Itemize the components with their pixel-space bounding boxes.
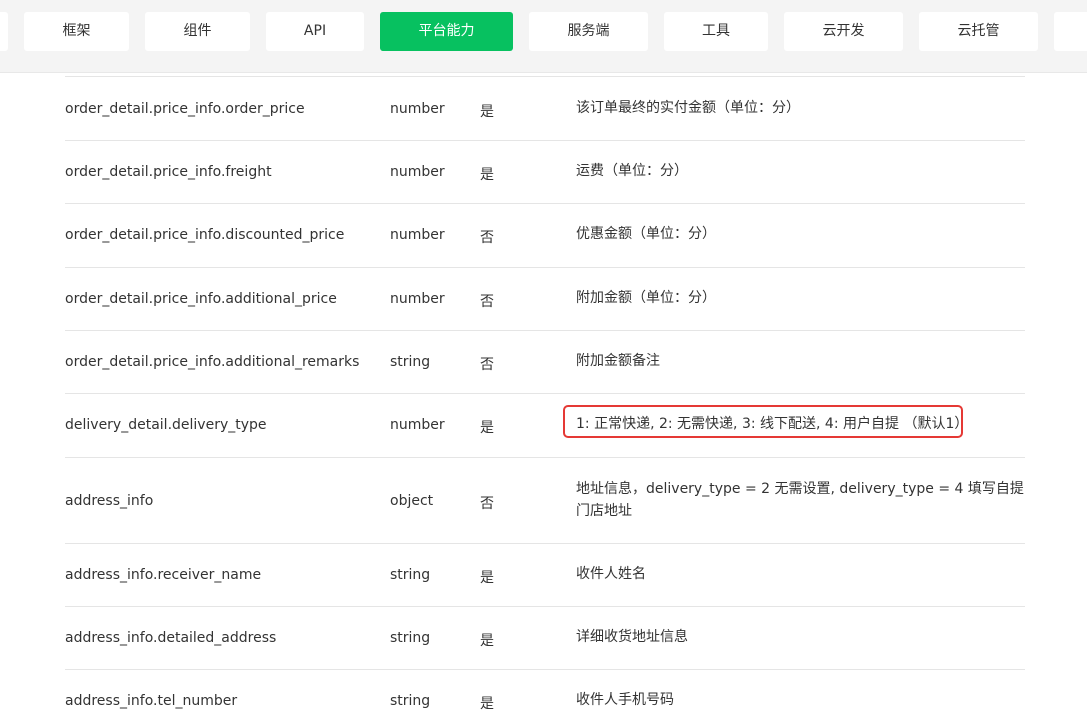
param-description: 运费（单位：分）: [576, 163, 688, 179]
param-type: number: [390, 164, 445, 180]
param-type: number: [390, 101, 445, 117]
param-type: object: [390, 493, 434, 509]
tab-components[interactable]: 组件: [145, 12, 250, 51]
tab-partial-right[interactable]: [1054, 12, 1087, 51]
param-type: number: [390, 417, 445, 433]
param-name: address_info.tel_number: [65, 693, 238, 709]
tab-cloud-dev[interactable]: 云开发: [784, 12, 903, 51]
param-required: 是: [480, 696, 494, 712]
table-row: address_info.receiver_name string 是 收件人姓…: [65, 543, 1025, 607]
tab-api[interactable]: API: [266, 12, 364, 51]
tab-server[interactable]: 服务端: [529, 12, 648, 51]
tab-cloud-hosting[interactable]: 云托管: [919, 12, 1038, 51]
param-description: 优惠金额（单位：分）: [576, 226, 716, 242]
table-row: order_detail.price_info.additional_remar…: [65, 330, 1025, 393]
param-description: 收件人手机号码: [576, 692, 674, 708]
table-row: order_detail.price_info.freight number 是…: [65, 140, 1025, 203]
param-name: order_detail.price_info.freight: [65, 164, 272, 180]
table-row: order_detail.price_info.order_price numb…: [65, 76, 1025, 140]
param-required: 否: [480, 357, 494, 373]
param-required: 是: [480, 570, 494, 586]
table-row: order_detail.price_info.additional_price…: [65, 267, 1025, 330]
table-row: delivery_detail.delivery_type number 是 1…: [65, 393, 1025, 457]
param-name: order_detail.price_info.order_price: [65, 101, 305, 117]
param-name: order_detail.price_info.additional_price: [65, 291, 337, 307]
param-description: 附加金额备注: [576, 353, 660, 369]
param-required: 是: [480, 104, 494, 120]
params-table: order_detail.price_info.order_price numb…: [0, 73, 1087, 713]
param-required: 否: [480, 294, 494, 310]
param-description: 详细收货地址信息: [576, 629, 688, 645]
param-name: address_info.receiver_name: [65, 567, 262, 583]
param-type: string: [390, 693, 431, 709]
param-type: string: [390, 567, 431, 583]
param-name: order_detail.price_info.additional_remar…: [65, 354, 360, 370]
param-required: 否: [480, 230, 494, 246]
param-description: 该订单最终的实付金额（单位：分）: [576, 100, 800, 116]
param-required: 是: [480, 633, 494, 649]
param-required: 否: [480, 496, 494, 512]
param-type: number: [390, 227, 445, 243]
param-description: 1: 正常快递, 2: 无需快递, 3: 线下配送, 4: 用户自提 （默认1）: [576, 416, 969, 432]
table-row: order_detail.price_info.discounted_price…: [65, 203, 1025, 267]
param-type: string: [390, 354, 431, 370]
param-name: address_info: [65, 493, 154, 509]
table-row: address_info object 否 地址信息，delivery_type…: [65, 457, 1025, 544]
param-required: 是: [480, 167, 494, 183]
table-row: address_info.tel_number string 是 收件人手机号码: [65, 669, 1025, 713]
param-type: string: [390, 630, 431, 646]
tab-framework[interactable]: 框架: [24, 12, 129, 51]
param-name: delivery_detail.delivery_type: [65, 417, 267, 433]
param-name: order_detail.price_info.discounted_price: [65, 227, 345, 243]
param-name: address_info.detailed_address: [65, 630, 277, 646]
param-required: 是: [480, 420, 494, 436]
tab-platform-capabilities[interactable]: 平台能力: [380, 12, 513, 51]
param-description: 附加金额（单位：分）: [576, 290, 716, 306]
top-nav: 框架 组件 API 平台能力 服务端 工具 云开发 云托管: [0, 0, 1087, 73]
table-row: address_info.detailed_address string 是 详…: [65, 606, 1025, 670]
param-description: 收件人姓名: [576, 566, 646, 582]
param-type: number: [390, 291, 445, 307]
tab-partial-left[interactable]: [0, 12, 8, 51]
param-description: 地址信息，delivery_type = 2 无需设置, delivery_ty…: [576, 481, 1024, 519]
tab-tools[interactable]: 工具: [664, 12, 768, 51]
